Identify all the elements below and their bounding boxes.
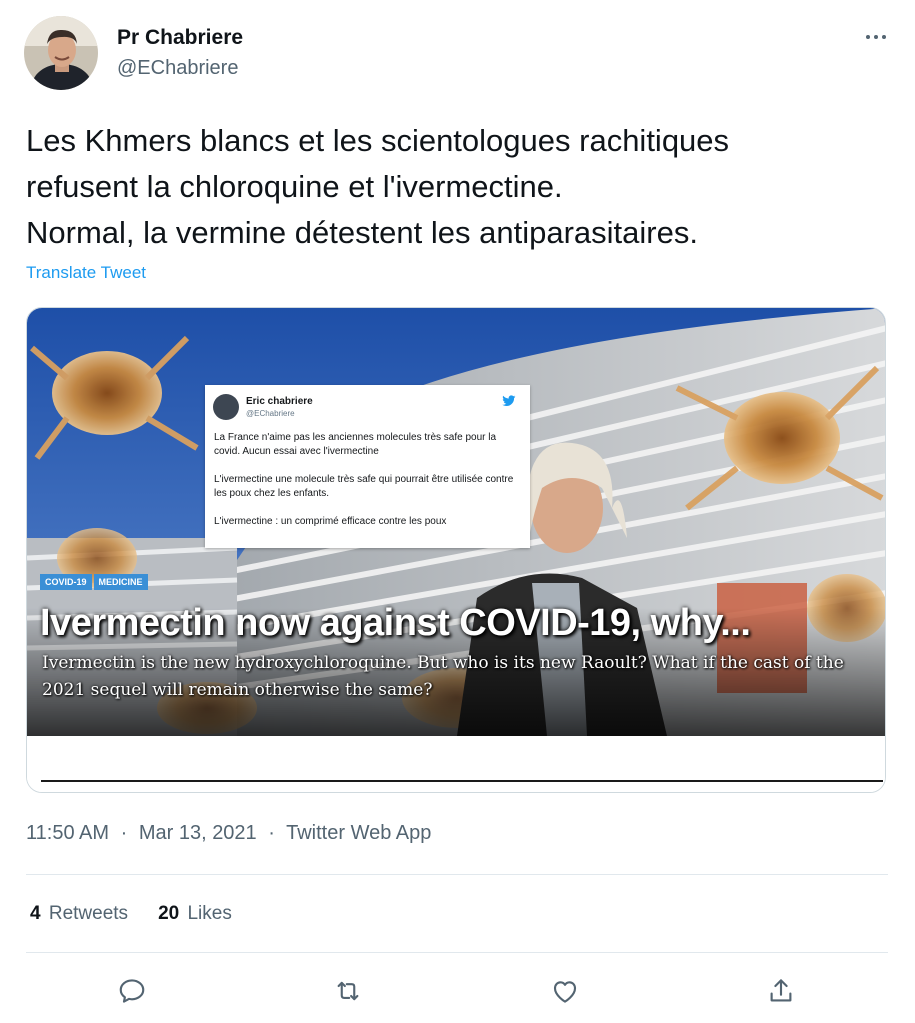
retweet-icon[interactable] [331,974,365,1008]
retweets-stat[interactable]: 4 Retweets [30,903,128,925]
embedded-tweet-screenshot: Eric chabriere @EChabriere La France n'a… [205,385,530,548]
card-subline: Ivermectin is the new hydroxychloroquine… [42,653,844,700]
like-icon[interactable] [548,974,582,1008]
embedded-handle: @EChabriere [246,409,295,418]
card-headline: Ivermectin now against COVID-19, why... [40,602,751,644]
tweet-meta: 11:50 AM · Mar 13, 2021 · Twitter Web Ap… [26,822,431,845]
retweets-count: 4 [30,903,41,924]
twitter-bird-icon [502,395,516,407]
divider [26,874,888,875]
embedded-paragraph: L'ivermectine : un comprimé efficace con… [214,516,447,527]
embedded-paragraph: La France n'aime pas les anciennes molec… [214,432,497,457]
tag-covid: COVID-19 [40,574,92,590]
share-icon[interactable] [764,974,798,1008]
card-tags: COVID-19 MEDICINE [40,574,148,590]
more-icon[interactable] [861,24,891,50]
translate-tweet-link[interactable]: Translate Tweet [26,263,146,283]
meta-separator: · [120,822,128,844]
tweet-time[interactable]: 11:50 AM [26,822,109,844]
embedded-tweet-body: La France n'aime pas les anciennes molec… [214,431,522,543]
tweet-date[interactable]: Mar 13, 2021 [139,822,257,844]
tweet-text: Les Khmers blancs et les scientologues r… [26,123,730,250]
card-footer[interactable] [27,736,885,792]
card-image[interactable]: Eric chabriere @EChabriere La France n'a… [27,308,885,736]
link-card[interactable]: Eric chabriere @EChabriere La France n'a… [26,307,886,793]
tweet: Pr Chabriere @EChabriere Les Khmers blan… [0,0,915,1023]
embedded-display-name: Eric chabriere [246,396,313,407]
divider [26,952,888,953]
embedded-avatar [213,394,239,420]
display-name[interactable]: Pr Chabriere [117,26,243,50]
likes-count: 20 [158,903,180,924]
likes-stat[interactable]: 20 Likes [158,903,232,925]
retweets-label: Retweets [48,903,129,924]
user-handle[interactable]: @EChabriere [117,57,238,80]
reply-icon[interactable] [115,974,149,1008]
tag-medicine: MEDICINE [93,574,148,590]
avatar[interactable] [24,16,98,90]
tweet-stats: 4 Retweets 20 Likes [30,903,232,925]
meta-separator: · [268,822,275,844]
embedded-paragraph: L'ivermectine une molecule très safe qui… [214,474,514,499]
tweet-source[interactable]: Twitter Web App [286,822,431,844]
likes-label: Likes [187,903,232,924]
card-footer-rule [41,780,883,782]
action-bar [0,966,915,1016]
